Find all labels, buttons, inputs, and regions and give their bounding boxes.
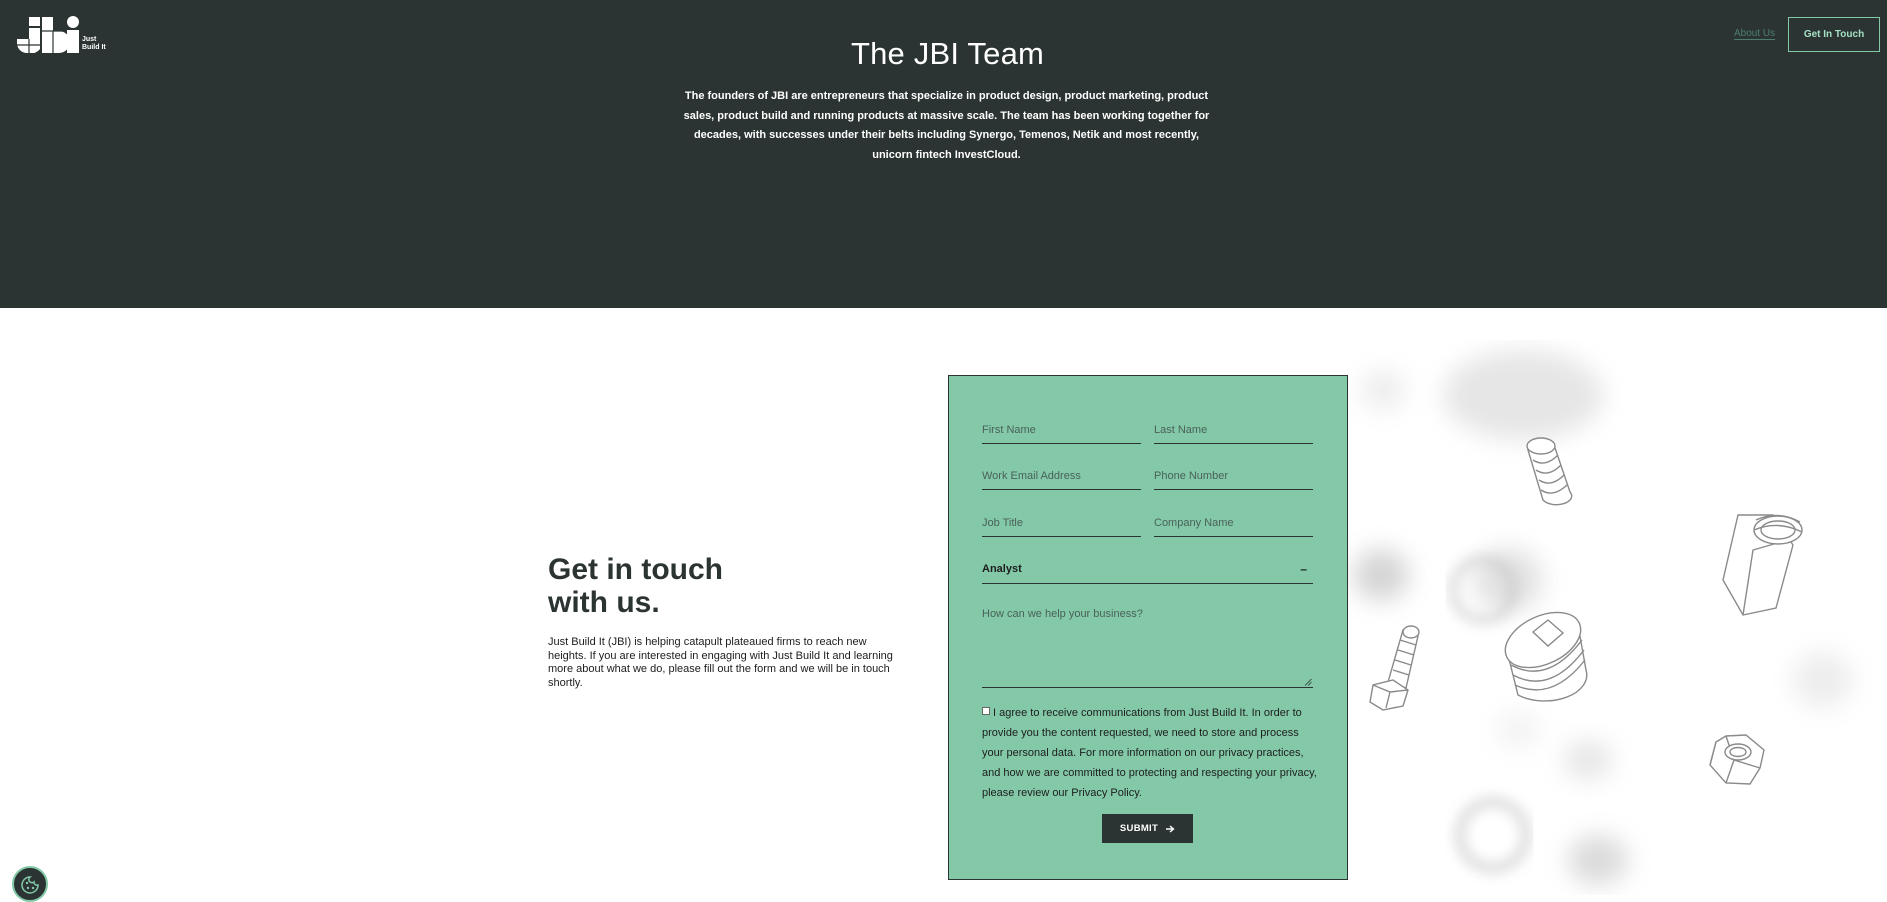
contact-heading-line2: with us. [548, 586, 660, 619]
submit-button[interactable]: SUBMIT [1102, 814, 1193, 843]
job-title-input[interactable] [982, 507, 1141, 536]
phone-input[interactable] [1154, 460, 1313, 489]
first-name-input[interactable] [982, 414, 1141, 443]
message-textarea[interactable] [982, 606, 1313, 687]
set-screw-small [1526, 437, 1573, 506]
email-field [982, 460, 1141, 490]
cookie-icon [21, 876, 39, 894]
bolt [1369, 625, 1420, 711]
phone-field [1154, 460, 1313, 490]
contact-heading-line1: Get in touch [548, 553, 723, 586]
contact-form: Analyst – I agree to receive communicati… [948, 375, 1348, 880]
last-name-input[interactable] [1154, 414, 1313, 443]
consent-row: I agree to receive communications from J… [982, 703, 1317, 803]
hex-standoff [1722, 514, 1803, 616]
set-screw-large [1504, 611, 1588, 702]
email-input[interactable] [982, 460, 1141, 489]
chevron-down-icon: – [1300, 561, 1307, 576]
company-input[interactable] [1154, 507, 1313, 536]
consent-label: I agree to receive communications from J… [982, 707, 1317, 799]
company-field [1154, 507, 1313, 537]
contact-description: Just Build It (JBI) is helping catapult … [548, 636, 893, 689]
submit-label: SUBMIT [1119, 823, 1159, 834]
page-title: The JBI Team [850, 36, 1045, 71]
role-select-value: Analyst [982, 562, 1022, 575]
message-field [982, 606, 1313, 688]
role-select[interactable]: Analyst – [982, 554, 1313, 584]
job-title-field [982, 507, 1141, 537]
first-name-field [982, 414, 1141, 444]
consent-checkbox[interactable] [982, 707, 990, 715]
hero-section: Just Build It About Us Get In Touch The … [0, 0, 1887, 308]
cookie-settings-button[interactable] [12, 866, 48, 902]
resize-grip-icon[interactable] [1304, 678, 1312, 686]
arrow-right-icon [1166, 824, 1175, 833]
hex-nut [1709, 734, 1765, 785]
hardware-illustration-svg [1353, 350, 1853, 885]
hardware-illustration [1348, 340, 1887, 895]
last-name-field [1154, 414, 1313, 444]
hero-description: The founders of JBI are entrepreneurs th… [683, 90, 1210, 161]
contact-heading: Get in touch with us. [548, 553, 808, 619]
